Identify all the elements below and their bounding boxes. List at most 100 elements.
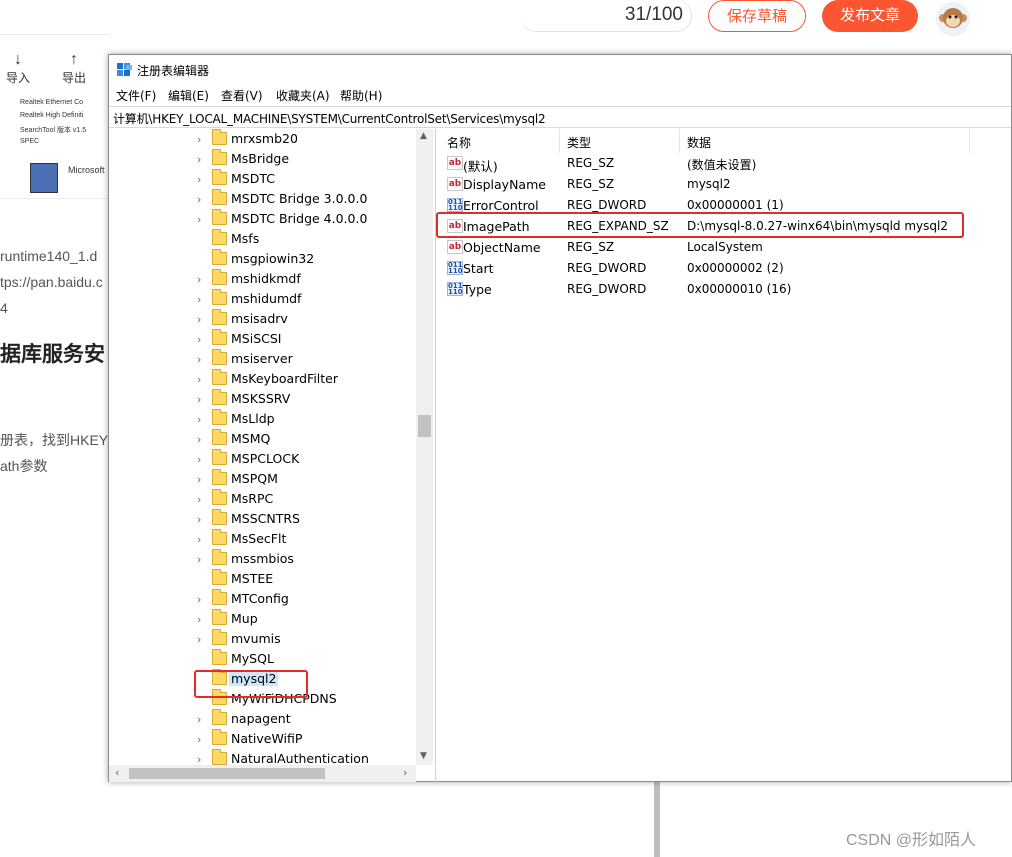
chevron-right-icon[interactable]: › xyxy=(197,433,201,446)
value-row[interactable]: 011 110 Start REG_DWORD 0x00000002 (2) xyxy=(439,258,999,279)
folder-icon xyxy=(212,469,227,485)
chevron-right-icon[interactable]: › xyxy=(197,533,201,546)
chevron-right-icon[interactable]: › xyxy=(197,593,201,606)
scroll-thumb[interactable] xyxy=(418,415,431,437)
tree-node[interactable]: › MSPCLOCK xyxy=(197,449,417,469)
scroll-down-icon[interactable]: ▼ xyxy=(420,751,427,761)
folder-icon xyxy=(212,709,227,725)
address-bar[interactable]: 计算机\HKEY_LOCAL_MACHINE\SYSTEM\CurrentCon… xyxy=(109,106,1011,128)
chevron-right-icon[interactable]: › xyxy=(197,613,201,626)
publish-button[interactable]: 发布文章 xyxy=(822,0,918,32)
tree-node[interactable]: Msfs xyxy=(197,229,417,249)
chevron-right-icon[interactable]: › xyxy=(197,153,201,166)
tree-node[interactable]: MSTEE xyxy=(197,569,417,589)
scroll-right-icon[interactable]: › xyxy=(403,766,407,779)
chevron-right-icon[interactable]: › xyxy=(197,473,201,486)
folder-icon xyxy=(212,129,227,145)
chevron-right-icon[interactable]: › xyxy=(197,213,201,226)
tree-node[interactable]: › MsRPC xyxy=(197,489,417,509)
import-button[interactable]: ↓ 导入 xyxy=(0,51,36,86)
tree-horizontal-scrollbar[interactable]: ‹ › xyxy=(109,765,416,782)
tree-node[interactable]: › MsSecFlt xyxy=(197,529,417,549)
screenshot-text: SPEC xyxy=(20,138,40,145)
column-data[interactable]: 数据 xyxy=(687,134,711,151)
menu-file[interactable]: 文件(F) xyxy=(116,87,156,104)
chevron-right-icon[interactable]: › xyxy=(197,633,201,646)
column-divider[interactable] xyxy=(559,129,560,153)
article-line: ath参数 xyxy=(0,458,48,474)
tree-node[interactable]: › MSKSSRV xyxy=(197,389,417,409)
menu-help[interactable]: 帮助(H) xyxy=(340,87,382,104)
value-type: REG_DWORD xyxy=(567,198,647,212)
column-divider[interactable] xyxy=(679,129,680,153)
chevron-right-icon[interactable]: › xyxy=(197,733,201,746)
avatar[interactable] xyxy=(936,2,970,36)
menu-edit[interactable]: 编辑(E) xyxy=(168,87,209,104)
tree-node[interactable]: › mrxsmb20 xyxy=(197,129,417,149)
tree-node[interactable]: › MSMQ xyxy=(197,429,417,449)
menu-view[interactable]: 查看(V) xyxy=(221,87,263,104)
scroll-left-icon[interactable]: ‹ xyxy=(115,766,119,779)
chevron-right-icon[interactable]: › xyxy=(197,413,201,426)
tree-node[interactable]: › mssmbios xyxy=(197,549,417,569)
address-path[interactable]: 计算机\HKEY_LOCAL_MACHINE\SYSTEM\CurrentCon… xyxy=(113,110,546,127)
tree-node[interactable]: › MSDTC Bridge 3.0.0.0 xyxy=(197,189,417,209)
tree-node[interactable]: msgpiowin32 xyxy=(197,249,417,269)
chevron-right-icon[interactable]: › xyxy=(197,173,201,186)
tree-node[interactable]: › msisadrv xyxy=(197,309,417,329)
tree-node[interactable]: › mvumis xyxy=(197,629,417,649)
value-row[interactable]: ab (默认) REG_SZ (数值未设置) xyxy=(439,153,999,174)
value-name: (默认) xyxy=(463,159,498,174)
tree-node[interactable]: › MSiSCSI xyxy=(197,329,417,349)
title-word-counter: 31/100 xyxy=(520,0,692,32)
folder-icon xyxy=(212,249,227,265)
chevron-right-icon[interactable]: › xyxy=(197,313,201,326)
value-row[interactable]: ab ObjectName REG_SZ LocalSystem xyxy=(439,237,999,258)
window-titlebar[interactable]: 注册表编辑器 xyxy=(109,55,1011,85)
download-icon: ↓ xyxy=(14,51,22,68)
column-divider[interactable] xyxy=(969,129,970,153)
tree-node[interactable]: › mshidkmdf xyxy=(197,269,417,289)
tree-node[interactable]: › MsKeyboardFilter xyxy=(197,369,417,389)
chevron-right-icon[interactable]: › xyxy=(197,333,201,346)
folder-icon xyxy=(212,749,227,765)
screenshot-text: Realtek High Definiti xyxy=(20,112,84,119)
tree-node[interactable]: MySQL xyxy=(197,649,417,669)
chevron-right-icon[interactable]: › xyxy=(197,193,201,206)
tree-node[interactable]: › MSDTC Bridge 4.0.0.0 xyxy=(197,209,417,229)
value-row[interactable]: 011 110 Type REG_DWORD 0x00000010 (16) xyxy=(439,279,999,300)
tree-node[interactable]: › Mup xyxy=(197,609,417,629)
scroll-thumb[interactable] xyxy=(129,768,325,779)
tree-node-label: msgpiowin32 xyxy=(231,251,315,266)
tree-node[interactable]: › napagent xyxy=(197,709,417,729)
tree-vertical-scrollbar[interactable]: ▲ ▼ xyxy=(416,129,433,765)
tree-node[interactable]: › MsBridge xyxy=(197,149,417,169)
chevron-right-icon[interactable]: › xyxy=(197,373,201,386)
tree-node[interactable]: › mshidumdf xyxy=(197,289,417,309)
chevron-right-icon[interactable]: › xyxy=(197,513,201,526)
menu-favorites[interactable]: 收藏夹(A) xyxy=(276,87,330,104)
chevron-right-icon[interactable]: › xyxy=(197,353,201,366)
import-label: 导入 xyxy=(5,71,30,85)
tree-node[interactable]: › msiserver xyxy=(197,349,417,369)
chevron-right-icon[interactable]: › xyxy=(197,453,201,466)
tree-node[interactable]: › MsLldp xyxy=(197,409,417,429)
chevron-right-icon[interactable]: › xyxy=(197,553,201,566)
chevron-right-icon[interactable]: › xyxy=(197,293,201,306)
tree-node[interactable]: › MSPQM xyxy=(197,469,417,489)
chevron-right-icon[interactable]: › xyxy=(197,133,201,146)
tree-node[interactable]: › MSSCNTRS xyxy=(197,509,417,529)
save-draft-button[interactable]: 保存草稿 xyxy=(708,0,806,32)
tree-node[interactable]: › MSDTC xyxy=(197,169,417,189)
chevron-right-icon[interactable]: › xyxy=(197,493,201,506)
scroll-up-icon[interactable]: ▲ xyxy=(420,131,427,141)
column-type[interactable]: 类型 xyxy=(567,134,591,151)
value-row[interactable]: ab DisplayName REG_SZ mysql2 xyxy=(439,174,999,195)
tree-node[interactable]: › NativeWifiP xyxy=(197,729,417,749)
chevron-right-icon[interactable]: › xyxy=(197,273,201,286)
column-name[interactable]: 名称 xyxy=(447,134,471,151)
tree-node[interactable]: › MTConfig xyxy=(197,589,417,609)
chevron-right-icon[interactable]: › xyxy=(197,393,201,406)
export-button[interactable]: ↑ 导出 xyxy=(56,51,92,86)
chevron-right-icon[interactable]: › xyxy=(197,713,201,726)
